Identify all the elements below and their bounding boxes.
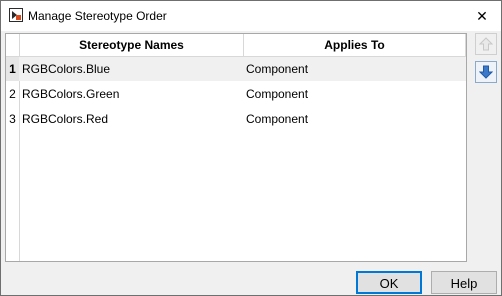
table-row[interactable]: 2 RGBColors.Green Component — [6, 82, 466, 106]
stereotype-table: Stereotype Names Applies To 1 RGBColors.… — [5, 33, 467, 262]
table-corner — [6, 34, 20, 57]
close-icon: ✕ — [476, 7, 488, 24]
arrow-down-icon — [479, 65, 493, 79]
move-up-button[interactable] — [475, 33, 497, 55]
ok-button[interactable]: OK — [356, 271, 422, 294]
column-header-stereotype-names[interactable]: Stereotype Names — [20, 34, 244, 57]
applies-to-cell[interactable]: Component — [246, 57, 464, 81]
table-row[interactable]: 3 RGBColors.Red Component — [6, 107, 466, 131]
table-row[interactable]: 1 RGBColors.Blue Component — [6, 57, 466, 81]
title-bar: Manage Stereotype Order ✕ — [1, 1, 501, 31]
column-header-applies-to[interactable]: Applies To — [244, 34, 466, 57]
window-title: Manage Stereotype Order — [28, 9, 167, 23]
arrow-up-icon — [479, 37, 493, 51]
applies-to-cell[interactable]: Component — [246, 82, 464, 106]
help-button[interactable]: Help — [431, 271, 497, 294]
app-icon — [9, 8, 23, 22]
move-down-button[interactable] — [475, 61, 497, 83]
manage-stereotype-order-dialog: Manage Stereotype Order ✕ Stereotype Nam… — [0, 0, 502, 296]
close-button[interactable]: ✕ — [467, 3, 497, 29]
applies-to-cell[interactable]: Component — [246, 107, 464, 131]
stereotype-name-cell[interactable]: RGBColors.Green — [22, 82, 242, 106]
row-number: 3 — [9, 112, 16, 126]
stereotype-name-cell[interactable]: RGBColors.Red — [22, 107, 242, 131]
row-number: 2 — [9, 87, 16, 101]
stereotype-name-cell[interactable]: RGBColors.Blue — [22, 57, 242, 81]
row-number: 1 — [6, 57, 19, 81]
